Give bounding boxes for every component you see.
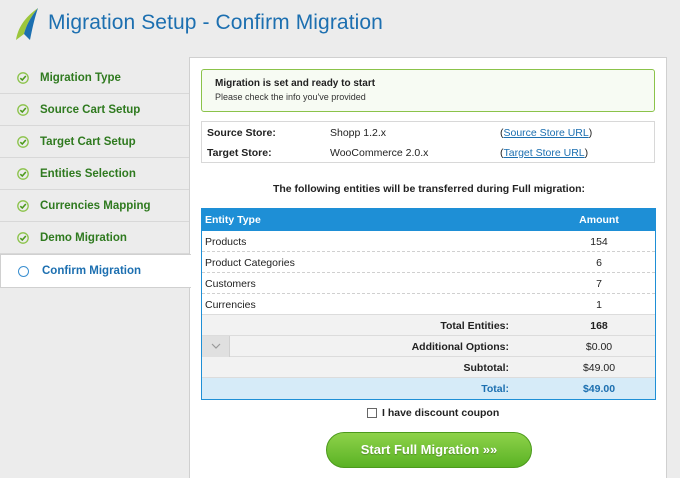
entities-caption: The following entities will be transferr… bbox=[272, 183, 586, 195]
entity-amount: 7 bbox=[596, 278, 602, 290]
step-demo-migration[interactable]: Demo Migration bbox=[0, 222, 190, 254]
step-label: Currencies Mapping bbox=[40, 199, 151, 212]
source-store-url-link[interactable]: Source Store URL bbox=[504, 127, 589, 139]
entity-name: Customers bbox=[205, 278, 256, 290]
notice-subtitle: Please check the info you've provided bbox=[215, 92, 366, 102]
total-entities-value: 168 bbox=[590, 320, 608, 332]
additional-options-label: Additional Options: bbox=[411, 341, 509, 353]
steps-sidebar: Migration Type Source Cart Setup Target … bbox=[0, 62, 191, 288]
expand-options-button[interactable] bbox=[202, 336, 230, 357]
entity-amount: 1 bbox=[596, 299, 602, 311]
discount-coupon-checkbox[interactable] bbox=[367, 408, 377, 418]
step-label: Migration Type bbox=[40, 71, 121, 84]
ready-notice: Migration is set and ready to start Plea… bbox=[201, 69, 655, 112]
target-store-label: Target Store: bbox=[207, 147, 272, 159]
table-row: Products 154 bbox=[202, 231, 655, 252]
check-icon bbox=[16, 135, 30, 149]
target-store-value: WooCommerce 2.0.x bbox=[330, 147, 429, 159]
total-entities-label: Total Entities: bbox=[440, 320, 509, 332]
target-store-url-link[interactable]: Target Store URL bbox=[504, 147, 585, 159]
source-store-label: Source Store: bbox=[207, 127, 276, 139]
chevron-down-icon bbox=[211, 343, 221, 349]
check-icon bbox=[16, 199, 30, 213]
step-label: Entities Selection bbox=[40, 167, 136, 180]
step-source-cart-setup[interactable]: Source Cart Setup bbox=[0, 94, 190, 126]
page-title: Migration Setup - Confirm Migration bbox=[48, 11, 383, 34]
column-entity-type: Entity Type bbox=[205, 214, 261, 226]
step-label: Confirm Migration bbox=[42, 265, 142, 277]
total-row: Total: $49.00 bbox=[202, 378, 655, 399]
table-row: Customers 7 bbox=[202, 273, 655, 294]
entity-amount: 154 bbox=[590, 236, 608, 248]
step-currencies-mapping[interactable]: Currencies Mapping bbox=[0, 190, 190, 222]
total-value: $49.00 bbox=[582, 383, 616, 395]
source-store-row: Source Store: Shopp 1.2.x (Source Store … bbox=[202, 122, 654, 142]
step-confirm-migration[interactable]: Confirm Migration bbox=[0, 254, 191, 288]
check-icon bbox=[16, 71, 30, 85]
entity-amount: 6 bbox=[596, 257, 602, 269]
discount-coupon-option[interactable]: I have discount coupon bbox=[367, 407, 499, 419]
step-target-cart-setup[interactable]: Target Cart Setup bbox=[0, 126, 190, 158]
check-icon bbox=[16, 231, 30, 245]
total-label: Total: bbox=[481, 383, 509, 395]
current-step-icon bbox=[18, 265, 29, 277]
table-header: Entity Type Amount bbox=[202, 208, 655, 231]
target-store-row: Target Store: WooCommerce 2.0.x (Target … bbox=[202, 142, 654, 162]
step-label: Target Cart Setup bbox=[40, 135, 136, 148]
step-label: Source Cart Setup bbox=[40, 103, 141, 116]
stores-info: Source Store: Shopp 1.2.x (Source Store … bbox=[201, 121, 655, 163]
target-store-link-wrapper: (Target Store URL) bbox=[500, 147, 589, 159]
step-migration-type[interactable]: Migration Type bbox=[0, 62, 190, 94]
notice-title: Migration is set and ready to start bbox=[215, 78, 376, 89]
entity-name: Products bbox=[205, 236, 247, 248]
table-row: Currencies 1 bbox=[202, 294, 655, 315]
source-store-value: Shopp 1.2.x bbox=[330, 127, 387, 139]
app-header: Migration Setup - Confirm Migration bbox=[0, 0, 680, 48]
entity-name: Product Categories bbox=[205, 257, 295, 269]
check-icon bbox=[16, 103, 30, 117]
entities-table: Entity Type Amount Products 154 Product … bbox=[201, 208, 656, 400]
entity-name: Currencies bbox=[205, 299, 256, 311]
additional-options-value: $0.00 bbox=[585, 341, 613, 353]
start-full-migration-button[interactable]: Start Full Migration »» bbox=[326, 432, 532, 468]
subtotal-row: Subtotal: $49.00 bbox=[202, 357, 655, 378]
logo-icon bbox=[16, 8, 38, 40]
main-panel: Migration is set and ready to start Plea… bbox=[189, 57, 667, 478]
discount-coupon-label: I have discount coupon bbox=[382, 407, 500, 419]
column-amount: Amount bbox=[579, 214, 619, 226]
table-row: Product Categories 6 bbox=[202, 252, 655, 273]
check-icon bbox=[16, 167, 30, 181]
subtotal-value: $49.00 bbox=[582, 362, 616, 374]
step-label: Demo Migration bbox=[40, 231, 127, 244]
subtotal-label: Subtotal: bbox=[463, 362, 510, 374]
source-store-link-wrapper: (Source Store URL) bbox=[500, 127, 593, 139]
step-entities-selection[interactable]: Entities Selection bbox=[0, 158, 190, 190]
additional-options-row: Additional Options: $0.00 bbox=[202, 336, 655, 357]
total-entities-row: Total Entities: 168 bbox=[202, 315, 655, 336]
